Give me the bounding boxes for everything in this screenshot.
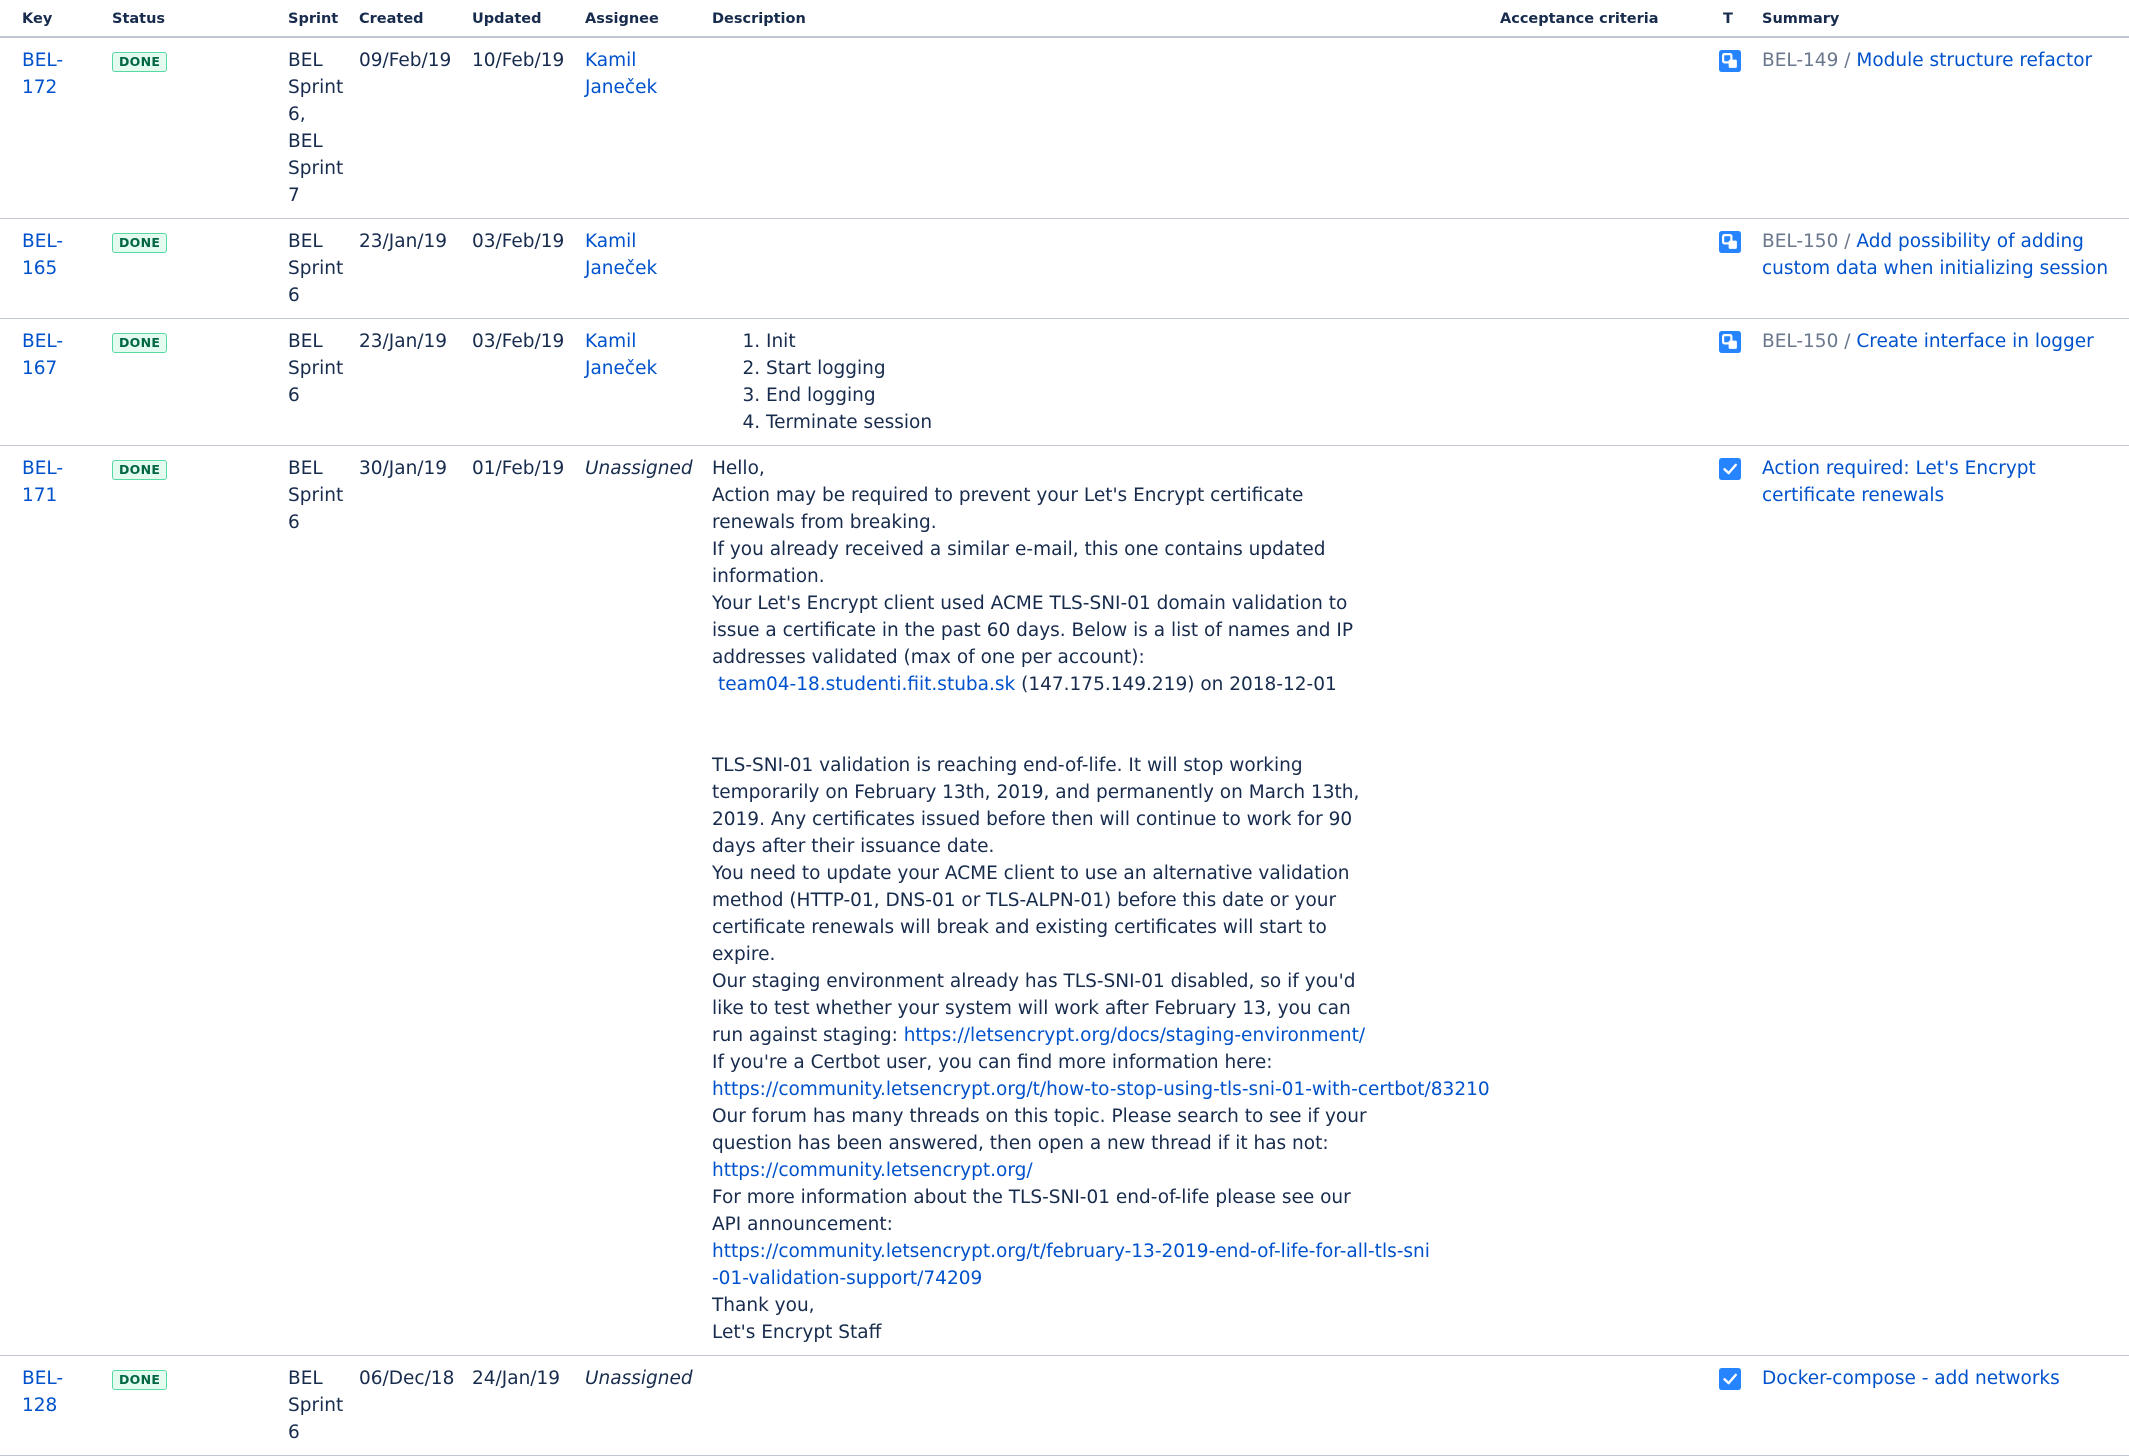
- description-cell: Init Start logging End logging Terminate…: [702, 318, 1490, 446]
- status-badge: DONE: [112, 333, 168, 353]
- column-header-status[interactable]: Status: [102, 0, 278, 38]
- description-cell: [702, 218, 1490, 319]
- description-text: Hello,: [712, 458, 765, 479]
- description-text: Our staging environment already has TLS-…: [712, 968, 1372, 1049]
- description-text: Let's Encrypt Staff: [712, 1322, 882, 1343]
- host-details: (147.175.149.219) on 2018-12-01: [1015, 674, 1337, 695]
- column-header-acceptance[interactable]: Acceptance criteria: [1490, 0, 1713, 38]
- acceptance-cell: [1490, 218, 1713, 319]
- parent-key[interactable]: BEL-149 /: [1762, 50, 1850, 71]
- sprint-cell: BEL Sprint 6, BEL Sprint 7: [278, 37, 349, 219]
- assignee-link[interactable]: Kamil Janeček: [585, 231, 657, 279]
- column-header-assignee[interactable]: Assignee: [575, 0, 702, 38]
- issues-table: Key Status Sprint Created Updated Assign…: [0, 0, 2129, 1456]
- announcement-link[interactable]: https://community.letsencrypt.org/t/febr…: [712, 1241, 1430, 1289]
- description-text: TLS-SNI-01 validation is reaching end-of…: [712, 755, 1360, 857]
- table-row: BEL-172 DONE BEL Sprint 6, BEL Sprint 7 …: [0, 37, 2129, 219]
- sprint-cell: BEL Sprint 6: [278, 445, 349, 1356]
- column-header-created[interactable]: Created: [349, 0, 462, 38]
- table-header-row: Key Status Sprint Created Updated Assign…: [0, 0, 2129, 38]
- acceptance-cell: [1490, 1355, 1713, 1456]
- description-text: Your Let's Encrypt client used ACME TLS-…: [712, 593, 1354, 668]
- assignee-link[interactable]: Kamil Janeček: [585, 331, 657, 379]
- description-text: For more information about the TLS-SNI-0…: [712, 1187, 1351, 1235]
- task-checkbox-icon: [1719, 458, 1741, 480]
- column-header-updated[interactable]: Updated: [462, 0, 575, 38]
- summary-link[interactable]: Action required: Let's Encrypt certifica…: [1762, 458, 2036, 506]
- summary-link[interactable]: Create interface in logger: [1856, 331, 2093, 352]
- list-item: Init: [766, 328, 1480, 355]
- forum-link[interactable]: https://community.letsencrypt.org/: [712, 1160, 1033, 1181]
- sprint-cell: BEL Sprint 6: [278, 1355, 349, 1456]
- column-header-description[interactable]: Description: [702, 0, 1490, 38]
- column-header-summary[interactable]: Summary: [1752, 0, 2129, 38]
- email-body: Hello, Action may be required to prevent…: [712, 455, 1372, 1076]
- subtask-icon: [1719, 331, 1741, 353]
- description-cell: [702, 1355, 1490, 1456]
- column-header-sprint[interactable]: Sprint: [278, 0, 349, 38]
- table-row: BEL-165 DONE BEL Sprint 6 23/Jan/19 03/F…: [0, 218, 2129, 319]
- description-text: Action may be required to prevent your L…: [712, 485, 1304, 533]
- assignee-cell: Unassigned: [575, 445, 702, 1356]
- created-cell: 23/Jan/19: [349, 318, 462, 446]
- host-link[interactable]: team04-18.studenti.fiit.stuba.sk: [718, 674, 1015, 695]
- email-body-continued: Our forum has many threads on this topic…: [712, 1103, 1430, 1346]
- description-text: Thank you,: [712, 1295, 815, 1316]
- description-text: You need to update your ACME client to u…: [712, 863, 1350, 965]
- status-badge: DONE: [112, 52, 168, 72]
- issue-key-link[interactable]: BEL-167: [22, 331, 63, 379]
- acceptance-cell: [1490, 445, 1713, 1356]
- list-item: Terminate session: [766, 409, 1480, 436]
- task-checkbox-icon: [1719, 1368, 1741, 1390]
- sprint-cell: BEL Sprint 6: [278, 218, 349, 319]
- column-header-type[interactable]: T: [1713, 0, 1752, 38]
- description-text: If you already received a similar e-mail…: [712, 539, 1326, 587]
- updated-cell: 01/Feb/19: [462, 445, 575, 1356]
- description-text: Our forum has many threads on this topic…: [712, 1106, 1367, 1154]
- status-badge: DONE: [112, 1370, 168, 1390]
- issue-key-link[interactable]: BEL-172: [22, 50, 63, 98]
- parent-key[interactable]: BEL-150 /: [1762, 331, 1850, 352]
- description-list: Init Start logging End logging Terminate…: [712, 328, 1480, 436]
- table-row: BEL-128 DONE BEL Sprint 6 06/Dec/18 24/J…: [0, 1355, 2129, 1456]
- subtask-icon: [1719, 231, 1741, 253]
- issue-key-link[interactable]: BEL-128: [22, 1368, 63, 1416]
- list-item: Start logging: [766, 355, 1480, 382]
- summary-link[interactable]: Module structure refactor: [1856, 50, 2092, 71]
- assignee-cell: Unassigned: [575, 1355, 702, 1456]
- issue-key-link[interactable]: BEL-165: [22, 231, 63, 279]
- subtask-icon: [1719, 50, 1741, 72]
- column-header-key[interactable]: Key: [0, 0, 102, 38]
- created-cell: 06/Dec/18: [349, 1355, 462, 1456]
- updated-cell: 10/Feb/19: [462, 37, 575, 219]
- issue-key-link[interactable]: BEL-171: [22, 458, 63, 506]
- created-cell: 30/Jan/19: [349, 445, 462, 1356]
- assignee-link[interactable]: Kamil Janeček: [585, 50, 657, 98]
- table-row: BEL-167 DONE BEL Sprint 6 23/Jan/19 03/F…: [0, 318, 2129, 446]
- table-row: BEL-171 DONE BEL Sprint 6 30/Jan/19 01/F…: [0, 445, 2129, 1356]
- parent-key[interactable]: BEL-150 /: [1762, 231, 1850, 252]
- acceptance-cell: [1490, 318, 1713, 446]
- list-item: End logging: [766, 382, 1480, 409]
- description-cell: Hello, Action may be required to prevent…: [702, 445, 1490, 1356]
- description-cell: [702, 37, 1490, 219]
- created-cell: 23/Jan/19: [349, 218, 462, 319]
- status-badge: DONE: [112, 233, 168, 253]
- description-host-line: team04-18.studenti.fiit.stuba.sk (147.17…: [712, 671, 1372, 698]
- description-text: If you're a Certbot user, you can find m…: [712, 1052, 1273, 1073]
- staging-link[interactable]: https://letsencrypt.org/docs/staging-env…: [904, 1025, 1365, 1046]
- sprint-cell: BEL Sprint 6: [278, 318, 349, 446]
- certbot-link[interactable]: https://community.letsencrypt.org/t/how-…: [712, 1079, 1490, 1100]
- updated-cell: 24/Jan/19: [462, 1355, 575, 1456]
- created-cell: 09/Feb/19: [349, 37, 462, 219]
- updated-cell: 03/Feb/19: [462, 318, 575, 446]
- updated-cell: 03/Feb/19: [462, 218, 575, 319]
- acceptance-cell: [1490, 37, 1713, 219]
- status-badge: DONE: [112, 460, 168, 480]
